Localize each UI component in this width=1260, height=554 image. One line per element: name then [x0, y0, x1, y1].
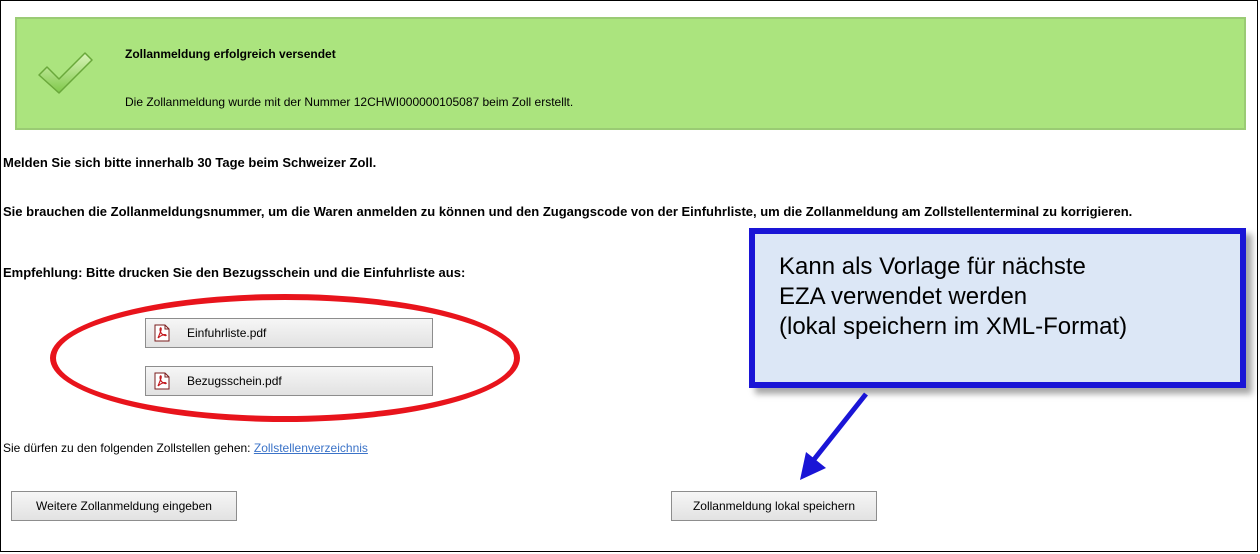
checkmark-icon — [38, 52, 93, 94]
callout-box: Kann als Vorlage für nächste EZA verwend… — [749, 228, 1246, 388]
print-recommendation: Empfehlung: Bitte drucken Sie den Bezugs… — [3, 265, 466, 280]
banner-message: Die Zollanmeldung wurde mit der Nummer 1… — [125, 95, 574, 109]
banner-title: Zollanmeldung erfolgreich versendet — [125, 47, 336, 61]
new-declaration-button[interactable]: Weitere Zollanmeldung eingeben — [11, 491, 237, 521]
zollstellenverzeichnis-link[interactable]: Zollstellenverzeichnis — [254, 441, 368, 455]
success-banner: Zollanmeldung erfolgreich versendet Die … — [15, 17, 1246, 130]
callout-line-2: EZA verwendet werden — [779, 283, 1028, 310]
highlight-ellipse — [50, 294, 520, 422]
customs-offices-line: Sie dürfen zu den folgenden Zollstellen … — [3, 441, 368, 455]
offices-text: Sie dürfen zu den folgenden Zollstellen … — [3, 441, 251, 455]
callout-line-3: (lokal speichern im XML-Format) — [779, 313, 1128, 340]
number-instruction: Sie brauchen die Zollanmeldungsnummer, u… — [3, 204, 1133, 219]
callout-line-1: Kann als Vorlage für nächste — [779, 253, 1086, 280]
save-local-button[interactable]: Zollanmeldung lokal speichern — [671, 491, 877, 521]
report-instruction: Melden Sie sich bitte innerhalb 30 Tage … — [3, 155, 377, 170]
